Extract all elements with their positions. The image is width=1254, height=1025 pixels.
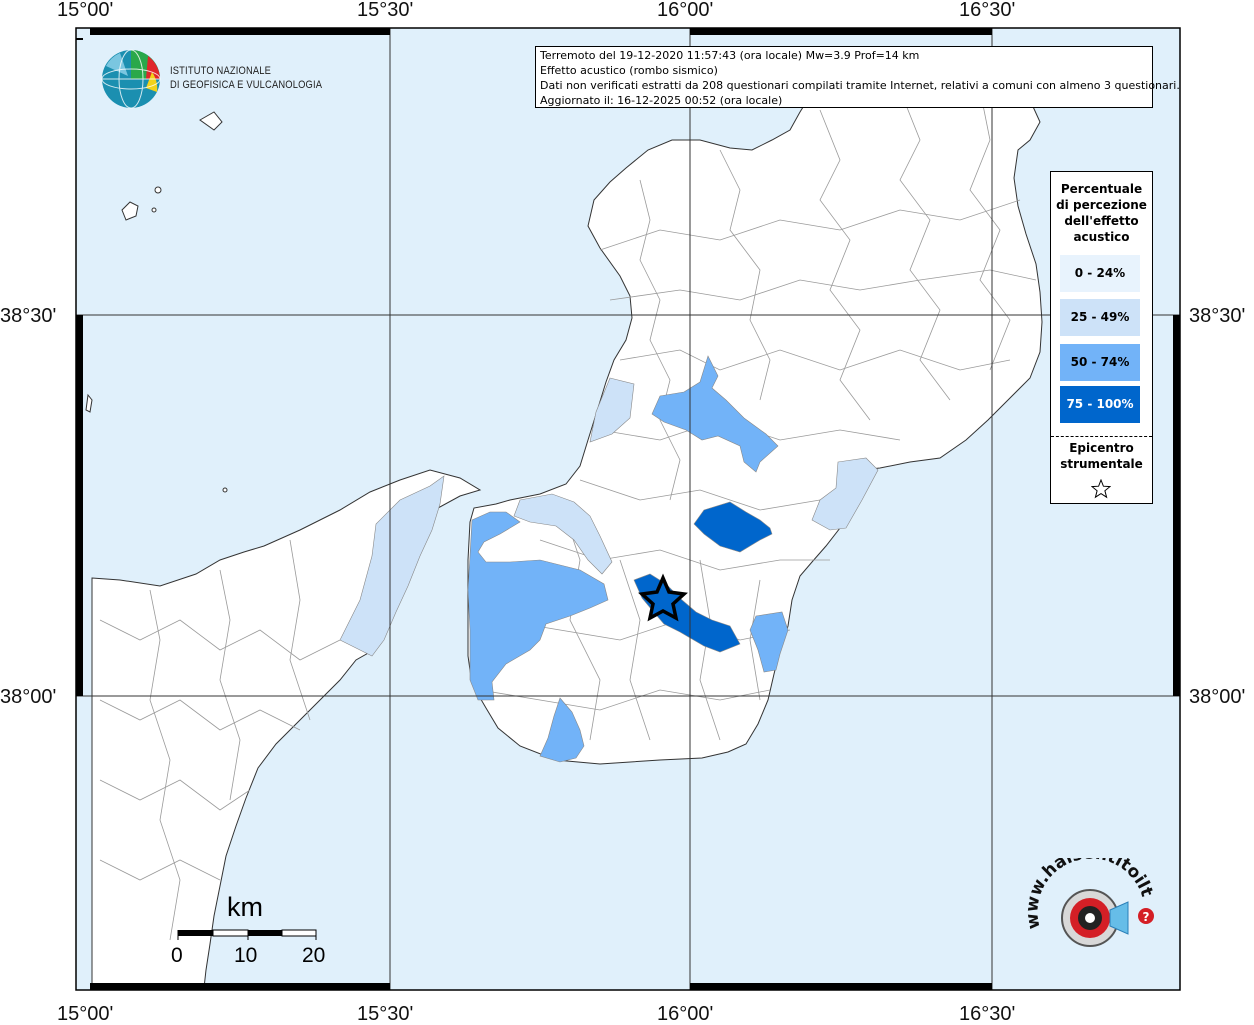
- island: [154, 186, 162, 194]
- lon-label-16-30: 16°30': [959, 0, 1016, 21]
- lat-label-38-30: 38°30': [0, 305, 57, 327]
- legend-epicentre-line: Epicentro: [1069, 441, 1134, 455]
- lon-label-15-30: 15°30': [357, 0, 414, 21]
- lon-label-16-00: 16°00': [657, 0, 714, 21]
- legend-epicentre-title: Epicentro strumentale: [1051, 440, 1152, 472]
- legend-title-line: di percezione: [1056, 198, 1147, 212]
- scale-unit: km: [227, 892, 263, 922]
- scale-bar: km 0 10 20: [170, 888, 340, 968]
- legend-title-line: Percentuale: [1060, 182, 1143, 196]
- ingv-name-line2: DI GEOFISICA E VULCANOLOGIA: [170, 79, 323, 91]
- island: [222, 487, 228, 493]
- event-title: Terremoto del 19-12-2020 11:57:43 (ora l…: [540, 49, 920, 62]
- island: [151, 207, 157, 213]
- legend: Percentuale di percezione dell'effetto a…: [1050, 171, 1153, 504]
- lat-label-38-00: 38°00': [0, 686, 57, 708]
- legend-class-75-100: 75 - 100%: [1060, 386, 1140, 423]
- lon-label-16-30-bottom: 16°30': [959, 1003, 1016, 1025]
- star-icon: [1091, 479, 1111, 499]
- lat-label-38-00-right: 38°00': [1189, 686, 1246, 708]
- lat-label-38-30-right: 38°30': [1189, 305, 1246, 327]
- scale-tick-10: 10: [234, 944, 258, 967]
- legend-class-50-74: 50 - 74%: [1060, 344, 1140, 381]
- scale-tick-0: 0: [171, 944, 183, 967]
- update-timestamp: Aggiornato il: 16-12-2025 00:52 (ora loc…: [540, 94, 783, 107]
- map-subject: Effetto acustico (rombo sismico): [540, 64, 718, 77]
- scale-bar-graphic: [177, 929, 317, 940]
- lon-label-16-00-bottom: 16°00': [657, 1003, 714, 1025]
- legend-title-line: acustico: [1073, 230, 1130, 244]
- ingv-name-line1: ISTITUTO NAZIONALE: [170, 65, 272, 77]
- scale-tick-20: 20: [302, 944, 326, 967]
- event-info-box: Terremoto del 19-12-2020 11:57:43 (ora l…: [535, 46, 1180, 108]
- legend-divider: [1051, 436, 1152, 437]
- legend-epicentre-line: strumentale: [1060, 457, 1143, 471]
- legend-title-line: dell'effetto: [1064, 214, 1139, 228]
- question-icon: ?: [1143, 910, 1150, 924]
- lon-label-15-00: 15°00': [57, 0, 114, 21]
- lon-label-15-00-bottom: 15°00': [57, 1003, 114, 1025]
- legend-title: Percentuale di percezione dell'effetto a…: [1051, 181, 1152, 245]
- legend-class-0-24: 0 - 24%: [1060, 255, 1140, 292]
- haisentitoilterremoto-logo: www.haisentitoilterremoto.it ?: [1022, 858, 1157, 947]
- lon-label-15-30-bottom: 15°30': [357, 1003, 414, 1025]
- data-disclaimer: Dati non verificati estratti da 208 ques…: [540, 79, 1180, 92]
- legend-class-25-49: 25 - 49%: [1060, 299, 1140, 336]
- ingv-name: ISTITUTO NAZIONALE DI GEOFISICA E VULCAN…: [170, 64, 322, 92]
